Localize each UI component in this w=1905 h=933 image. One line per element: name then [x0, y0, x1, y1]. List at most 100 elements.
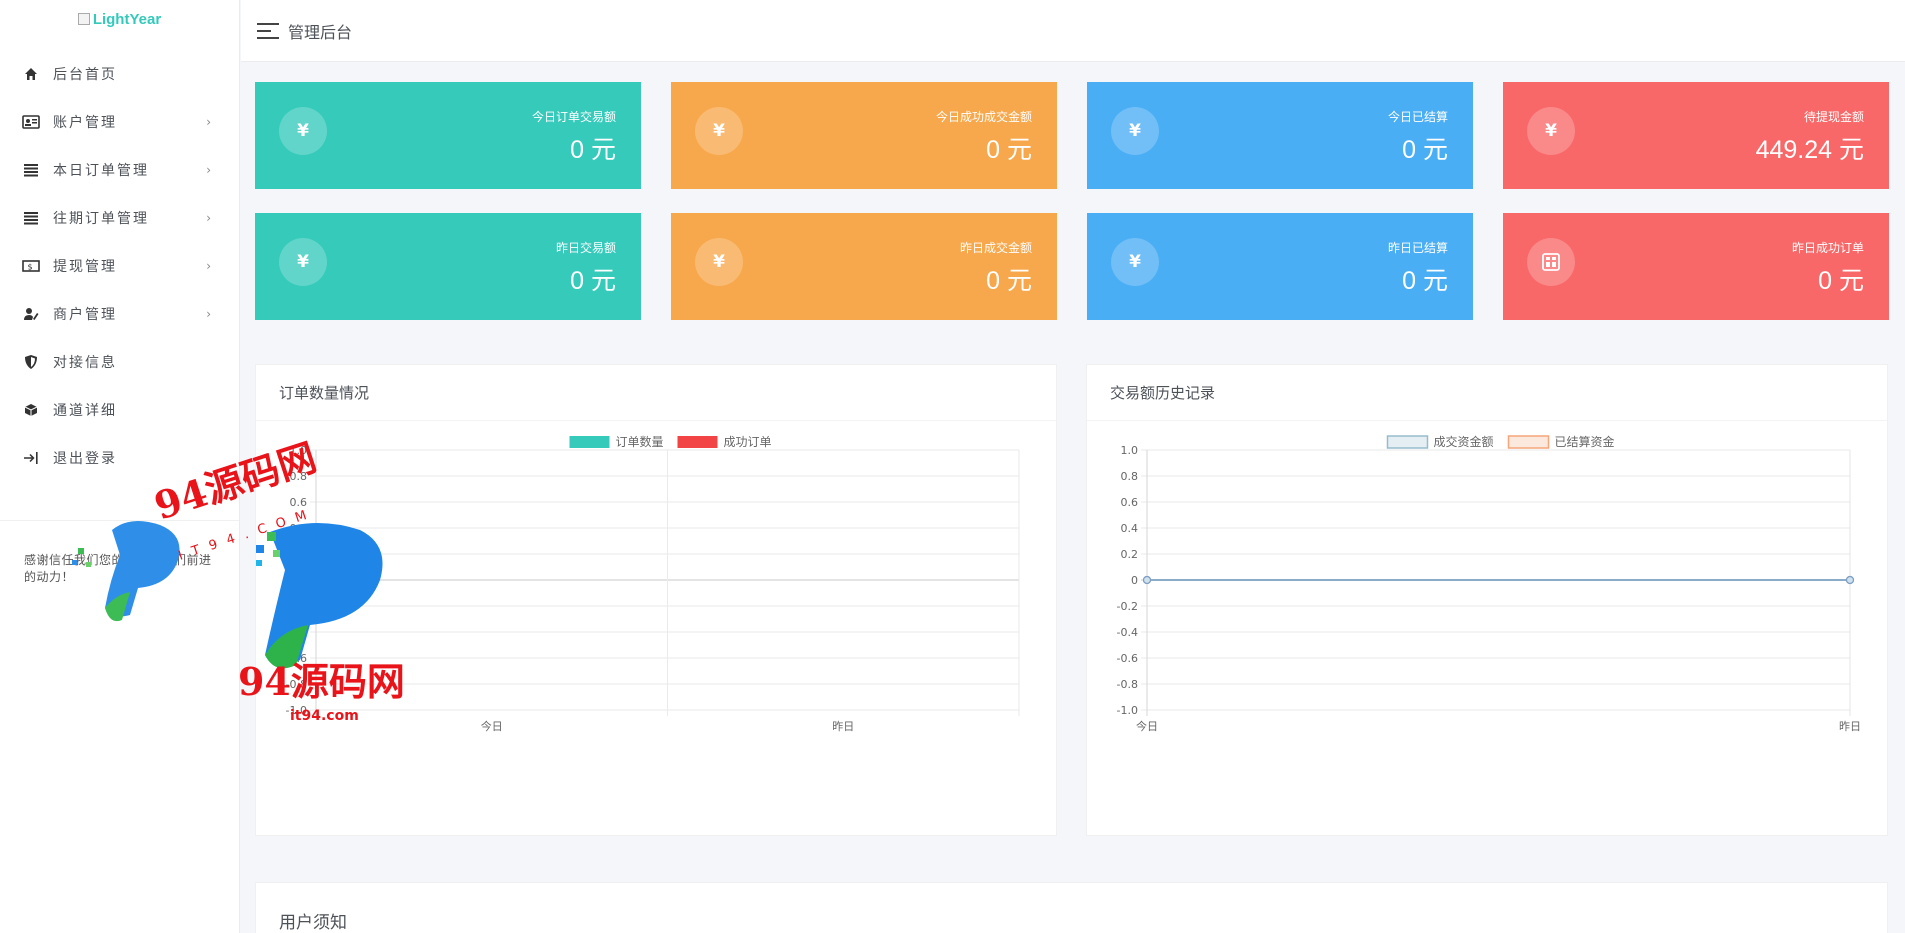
sidebar-item-label: 商户管理: [53, 307, 117, 323]
y-tick-label: -0.2: [286, 600, 307, 613]
legend-swatch: [677, 436, 718, 448]
stat-card: ¥ 昨日已结算 0 元: [1087, 213, 1473, 320]
chevron-right-icon: ›: [206, 163, 211, 177]
sidebar-item-label: 本日订单管理: [53, 163, 149, 179]
stat-value: 0 元: [570, 136, 616, 164]
y-tick-label: -0.2: [1117, 600, 1138, 613]
shield-icon: [22, 353, 40, 371]
sidebar-nav: 后台首页 账户管理 › 本日订单管理 › 往期订单管理 › $ 提现管理 › 商户管理 › 对接信息 通道…: [0, 50, 239, 482]
y-tick-label: 0.8: [1121, 470, 1139, 483]
table-icon: [1527, 238, 1575, 286]
sidebar-item-label: 账户管理: [53, 115, 117, 131]
y-tick-label: 0.8: [290, 470, 308, 483]
top-header: 管理后台: [241, 0, 1905, 62]
y-tick-label: 1.0: [1121, 444, 1139, 457]
id-card-icon: [22, 113, 40, 131]
sidebar-item-label: 对接信息: [53, 355, 117, 371]
sidebar-divider: [0, 520, 239, 521]
stat-caption: 今日成功成交金额: [935, 110, 1032, 124]
sidebar-item-2[interactable]: 本日订单管理 ›: [0, 146, 239, 194]
list-icon: [22, 161, 40, 179]
y-tick-label: 0.2: [1121, 548, 1139, 561]
y-tick-label: -1.0: [286, 704, 307, 717]
yen-icon: ¥: [279, 238, 327, 286]
sidebar-item-7[interactable]: 通道详细: [0, 386, 239, 434]
legend-swatch: [1507, 435, 1550, 449]
data-point: [1142, 575, 1152, 585]
menu-toggle-icon[interactable]: [257, 22, 279, 39]
chevron-right-icon: ›: [206, 115, 211, 129]
y-tick-label: 0: [1131, 574, 1138, 587]
chevron-right-icon: ›: [206, 307, 211, 321]
sidebar-note: 感谢信任我们您的支持给我们前进的动力！: [24, 553, 212, 584]
sidebar-item-label: 通道详细: [53, 403, 117, 419]
y-tick-label: 0.6: [1121, 496, 1139, 509]
stat-caption: 昨日交易额: [555, 241, 616, 255]
y-tick-label: -0.8: [286, 678, 307, 691]
legend-swatch: [569, 436, 610, 448]
y-tick-label: -0.4: [1117, 626, 1138, 639]
stat-caption: 昨日成功订单: [1791, 241, 1864, 255]
list-icon: [22, 209, 40, 227]
sidebar-item-6[interactable]: 对接信息: [0, 338, 239, 386]
home-icon: [22, 65, 40, 83]
stat-card: ¥ 昨日成交金额 0 元: [671, 213, 1057, 320]
sidebar-item-1[interactable]: 账户管理 ›: [0, 98, 239, 146]
x-tick-label: 今日: [481, 719, 503, 733]
logo[interactable]: LightYear: [0, 0, 239, 50]
chevron-right-icon: ›: [206, 211, 211, 225]
legend-label: 成交资金额: [1434, 434, 1494, 449]
x-tick-label: 昨日: [832, 720, 854, 733]
y-tick-label: 0.4: [1121, 522, 1139, 535]
panel-title: 用户须知: [279, 913, 347, 933]
data-point: [1845, 575, 1855, 585]
logout-icon: [22, 449, 40, 467]
y-tick-label: -0.6: [286, 652, 307, 665]
stat-caption: 今日已结算: [1387, 110, 1448, 124]
stat-caption: 今日订单交易额: [531, 110, 616, 124]
cube-icon: [22, 401, 40, 419]
history-chart-panel: 交易额历史记录 成交资金额 已结算资金 1.0 0.8 0.6 0.4 0.2 0 -0.2 -0…: [1086, 364, 1888, 836]
page-title: 管理后台: [288, 22, 353, 42]
cash-icon: $: [22, 257, 40, 275]
sidebar-item-3[interactable]: 往期订单管理 ›: [0, 194, 239, 242]
yen-icon: ¥: [695, 107, 743, 155]
sidebar-item-8[interactable]: 退出登录: [0, 434, 239, 482]
stat-card: ¥ 待提现金额 449.24 元: [1503, 82, 1889, 189]
sidebar-item-0[interactable]: 后台首页: [0, 50, 239, 98]
y-tick-label: 0.4: [290, 522, 308, 535]
sidebar-item-label: 提现管理: [53, 259, 117, 275]
logo-broken-image: LightYear: [77, 11, 161, 28]
y-tick-label: 1.0: [290, 444, 308, 457]
stat-value: 0 元: [1402, 267, 1448, 295]
yen-icon: ¥: [1527, 107, 1575, 155]
stat-card: ¥ 今日订单交易额 0 元: [255, 82, 641, 189]
history-line-chart: 成交资金额 已结算资金 1.0 0.8 0.6 0.4 0.2 0 -0.2 -0.4 -0.6 -0…: [1117, 434, 1861, 733]
stat-caption: 待提现金额: [1803, 110, 1864, 124]
y-tick-label: 0.6: [290, 496, 308, 509]
sidebar-item-4[interactable]: $ 提现管理 ›: [0, 242, 239, 290]
orders-chart-panel: 订单数量情况 订单数量 成功订单 1.0 0.8 0.6 0.4 0.2 0 -0.2 -0.4 -…: [255, 364, 1057, 836]
stat-caption: 昨日成交金额: [959, 241, 1032, 255]
legend-label: 成功订单: [724, 435, 772, 449]
panel-title: 订单数量情况: [256, 365, 1056, 421]
x-tick-label: 昨日: [1839, 720, 1861, 733]
stat-value: 0 元: [1402, 136, 1448, 164]
legend-label: 已结算资金: [1555, 434, 1615, 449]
yen-icon: ¥: [695, 238, 743, 286]
legend-label: 订单数量: [616, 434, 664, 449]
legend-swatch: [1386, 435, 1429, 449]
stat-value: 0 元: [986, 267, 1032, 295]
sidebar-item-5[interactable]: 商户管理 ›: [0, 290, 239, 338]
stat-value: 0 元: [570, 267, 616, 295]
x-tick-label: 今日: [1136, 719, 1158, 733]
stat-value: 0 元: [986, 136, 1032, 164]
stat-card: ¥ 今日已结算 0 元: [1087, 82, 1473, 189]
sidebar-item-label: 后台首页: [53, 67, 117, 83]
y-tick-label: -0.4: [286, 626, 307, 639]
svg-text:$: $: [27, 263, 34, 272]
sidebar-item-label: 退出登录: [53, 451, 117, 467]
yen-icon: ¥: [1111, 107, 1159, 155]
user-edit-icon: [22, 305, 40, 323]
stat-card: ¥ 今日成功成交金额 0 元: [671, 82, 1057, 189]
